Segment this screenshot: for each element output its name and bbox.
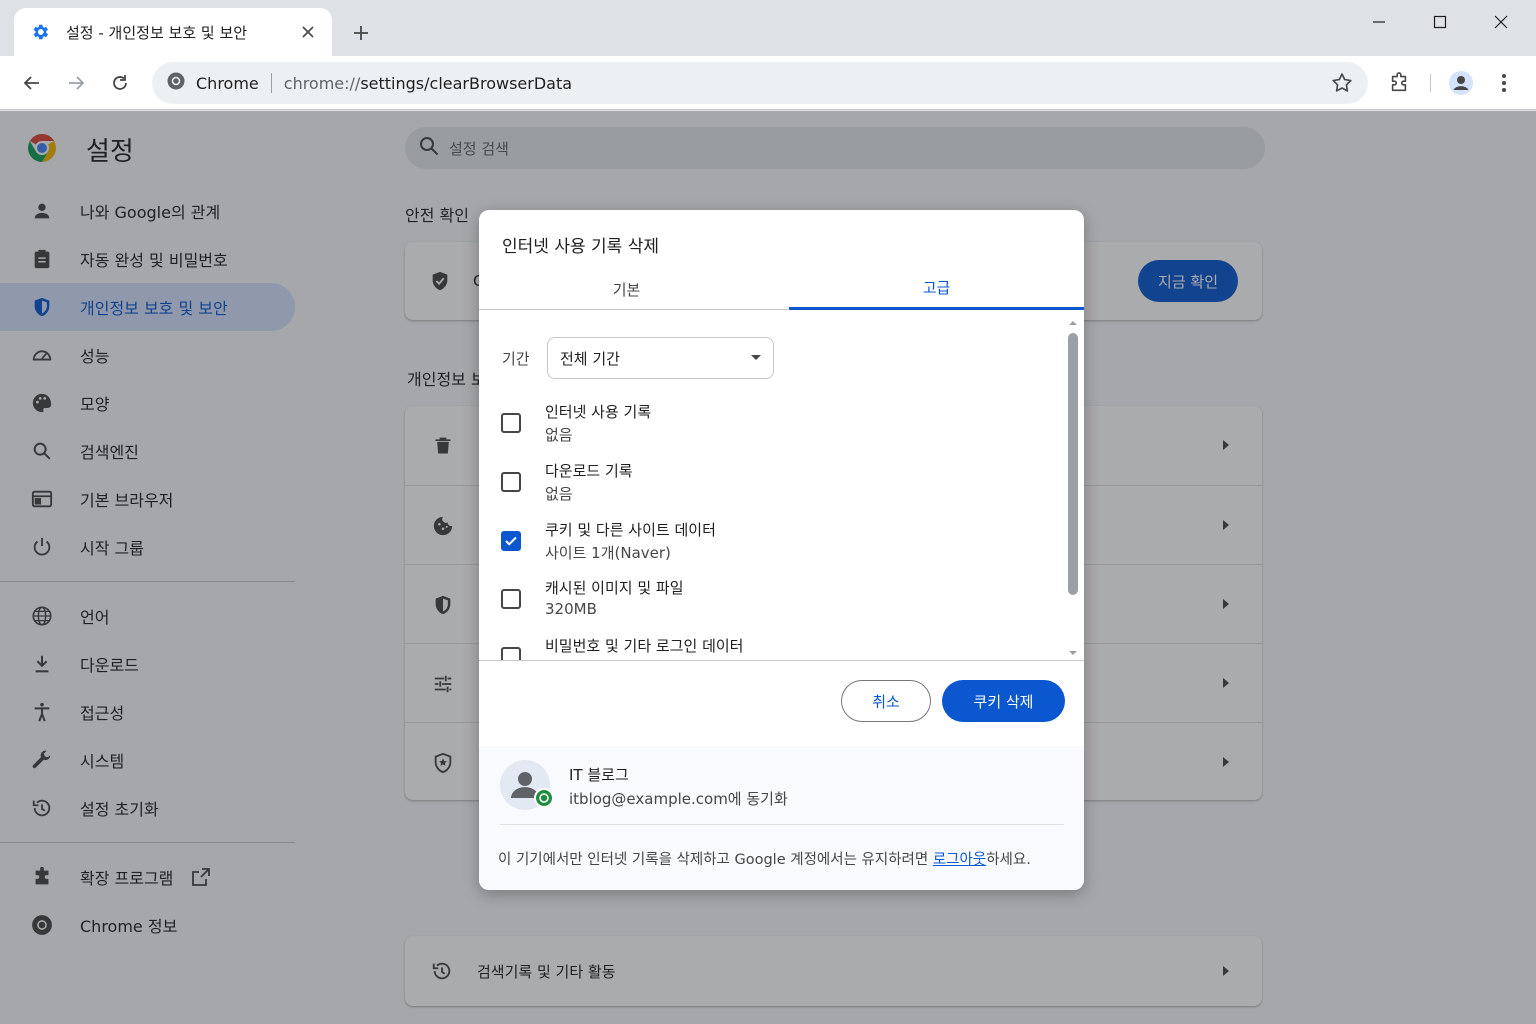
profile-avatar-icon[interactable]	[1447, 69, 1475, 97]
forward-icon[interactable]	[60, 67, 92, 99]
option-subtitle: 없음	[545, 485, 573, 503]
tab-strip: 설정 - 개인정보 보호 및 보안	[0, 0, 1536, 56]
checkbox-unchecked[interactable]	[501, 647, 521, 660]
gear-icon	[30, 22, 50, 42]
delete-cookies-button[interactable]: 쿠키 삭제	[942, 680, 1065, 722]
extensions-puzzle-icon[interactable]	[1385, 69, 1413, 97]
close-tab-icon[interactable]	[296, 20, 320, 44]
checkbox-unchecked[interactable]	[501, 413, 521, 433]
url-scheme: chrome://	[283, 73, 361, 93]
account-email: itblog@example.com에 동기화	[569, 790, 788, 808]
dialog-title: 인터넷 사용 기록 삭제	[502, 237, 659, 257]
scroll-up-arrow-icon[interactable]	[1067, 319, 1079, 327]
dialog-scroll-area: 기간 전체 기간 인터넷 사용 기록 없음 다운로드 기록 없음 쿠키 및 다른…	[479, 311, 1084, 661]
site-chip-label: Chrome	[196, 73, 259, 93]
option-title: 다운로드 기록	[545, 462, 633, 480]
note-text-end: 하세요.	[986, 852, 1031, 868]
address-separator	[270, 73, 272, 93]
back-icon[interactable]	[16, 67, 48, 99]
dialog-scrollbar[interactable]	[1067, 319, 1079, 657]
option-browsing-history[interactable]: 인터넷 사용 기록 없음	[501, 401, 1061, 459]
option-cached-images[interactable]: 캐시된 이미지 및 파일 320MB	[501, 577, 1061, 635]
scroll-down-arrow-icon[interactable]	[1067, 649, 1079, 657]
checkmark-icon	[505, 536, 517, 546]
signout-note: 이 기기에서만 인터넷 기록을 삭제하고 Google 계정에서는 유지하려면 …	[498, 848, 1031, 869]
chrome-icon	[166, 71, 186, 95]
tab-basic[interactable]: 기본	[479, 268, 774, 310]
cancel-button[interactable]: 취소	[841, 680, 931, 722]
signout-link[interactable]: 로그아웃	[933, 852, 986, 868]
bookmark-star-icon[interactable]	[1330, 71, 1354, 95]
time-range-row: 기간 전체 기간	[502, 337, 774, 379]
close-window-icon[interactable]	[1479, 8, 1523, 36]
option-subtitle: 320MB	[545, 600, 597, 618]
note-text: 이 기기에서만 인터넷 기록을 삭제하고 Google 계정에서는 유지하려면	[498, 852, 933, 868]
option-download-history[interactable]: 다운로드 기록 없음	[501, 460, 1061, 518]
clear-browsing-data-dialog: 인터넷 사용 기록 삭제 기본 고급 기간 전체 기간 인터넷 사용 기록 없음…	[479, 210, 1084, 890]
checkbox-unchecked[interactable]	[501, 472, 521, 492]
account-footer: IT 블로그 itblog@example.com에 동기화 이 기기에서만 인…	[479, 746, 1084, 890]
dropdown-caret-icon	[751, 355, 761, 360]
option-title: 비밀번호 및 기타 로그인 데이터	[545, 637, 744, 655]
account-name: IT 블로그	[569, 766, 629, 784]
scrollbar-thumb[interactable]	[1068, 333, 1078, 595]
address-bar[interactable]: Chrome chrome://settings/clearBrowserDat…	[152, 62, 1368, 104]
time-range-select[interactable]: 전체 기간	[547, 337, 774, 379]
browser-toolbar: Chrome chrome://settings/clearBrowserDat…	[0, 56, 1536, 110]
time-range-value: 전체 기간	[560, 349, 620, 368]
new-tab-button[interactable]	[346, 18, 376, 48]
more-vertical-icon[interactable]	[1490, 69, 1518, 97]
dialog-actions: 취소 쿠키 삭제	[479, 680, 1084, 722]
time-range-label: 기간	[502, 349, 530, 368]
option-subtitle: 없음	[545, 426, 573, 444]
url-path: settings/clearBrowserData	[360, 73, 573, 93]
option-subtitle: 사이트 1개(Naver)	[545, 544, 671, 562]
account-divider	[500, 824, 1064, 825]
checkbox-checked[interactable]	[501, 531, 521, 551]
maximize-icon[interactable]	[1418, 8, 1462, 36]
option-passwords[interactable]: 비밀번호 및 기타 로그인 데이터 없음	[501, 635, 1061, 660]
option-title: 캐시된 이미지 및 파일	[545, 579, 684, 597]
tab-title: 설정 - 개인정보 보호 및 보안	[66, 23, 248, 42]
browser-tab-settings[interactable]: 설정 - 개인정보 보호 및 보안	[14, 8, 332, 56]
option-cookies[interactable]: 쿠키 및 다른 사이트 데이터 사이트 1개(Naver)	[501, 519, 1061, 577]
option-subtitle: 없음	[545, 658, 573, 660]
checkbox-unchecked[interactable]	[501, 589, 521, 609]
option-title: 쿠키 및 다른 사이트 데이터	[545, 521, 716, 539]
reload-icon[interactable]	[104, 67, 136, 99]
minimize-icon[interactable]	[1357, 8, 1401, 36]
dialog-tabs: 기본 고급	[479, 268, 1084, 310]
option-title: 인터넷 사용 기록	[545, 403, 652, 421]
toolbar-divider	[1430, 74, 1431, 92]
tab-advanced[interactable]: 고급	[789, 268, 1084, 310]
sync-badge-icon	[534, 788, 554, 808]
